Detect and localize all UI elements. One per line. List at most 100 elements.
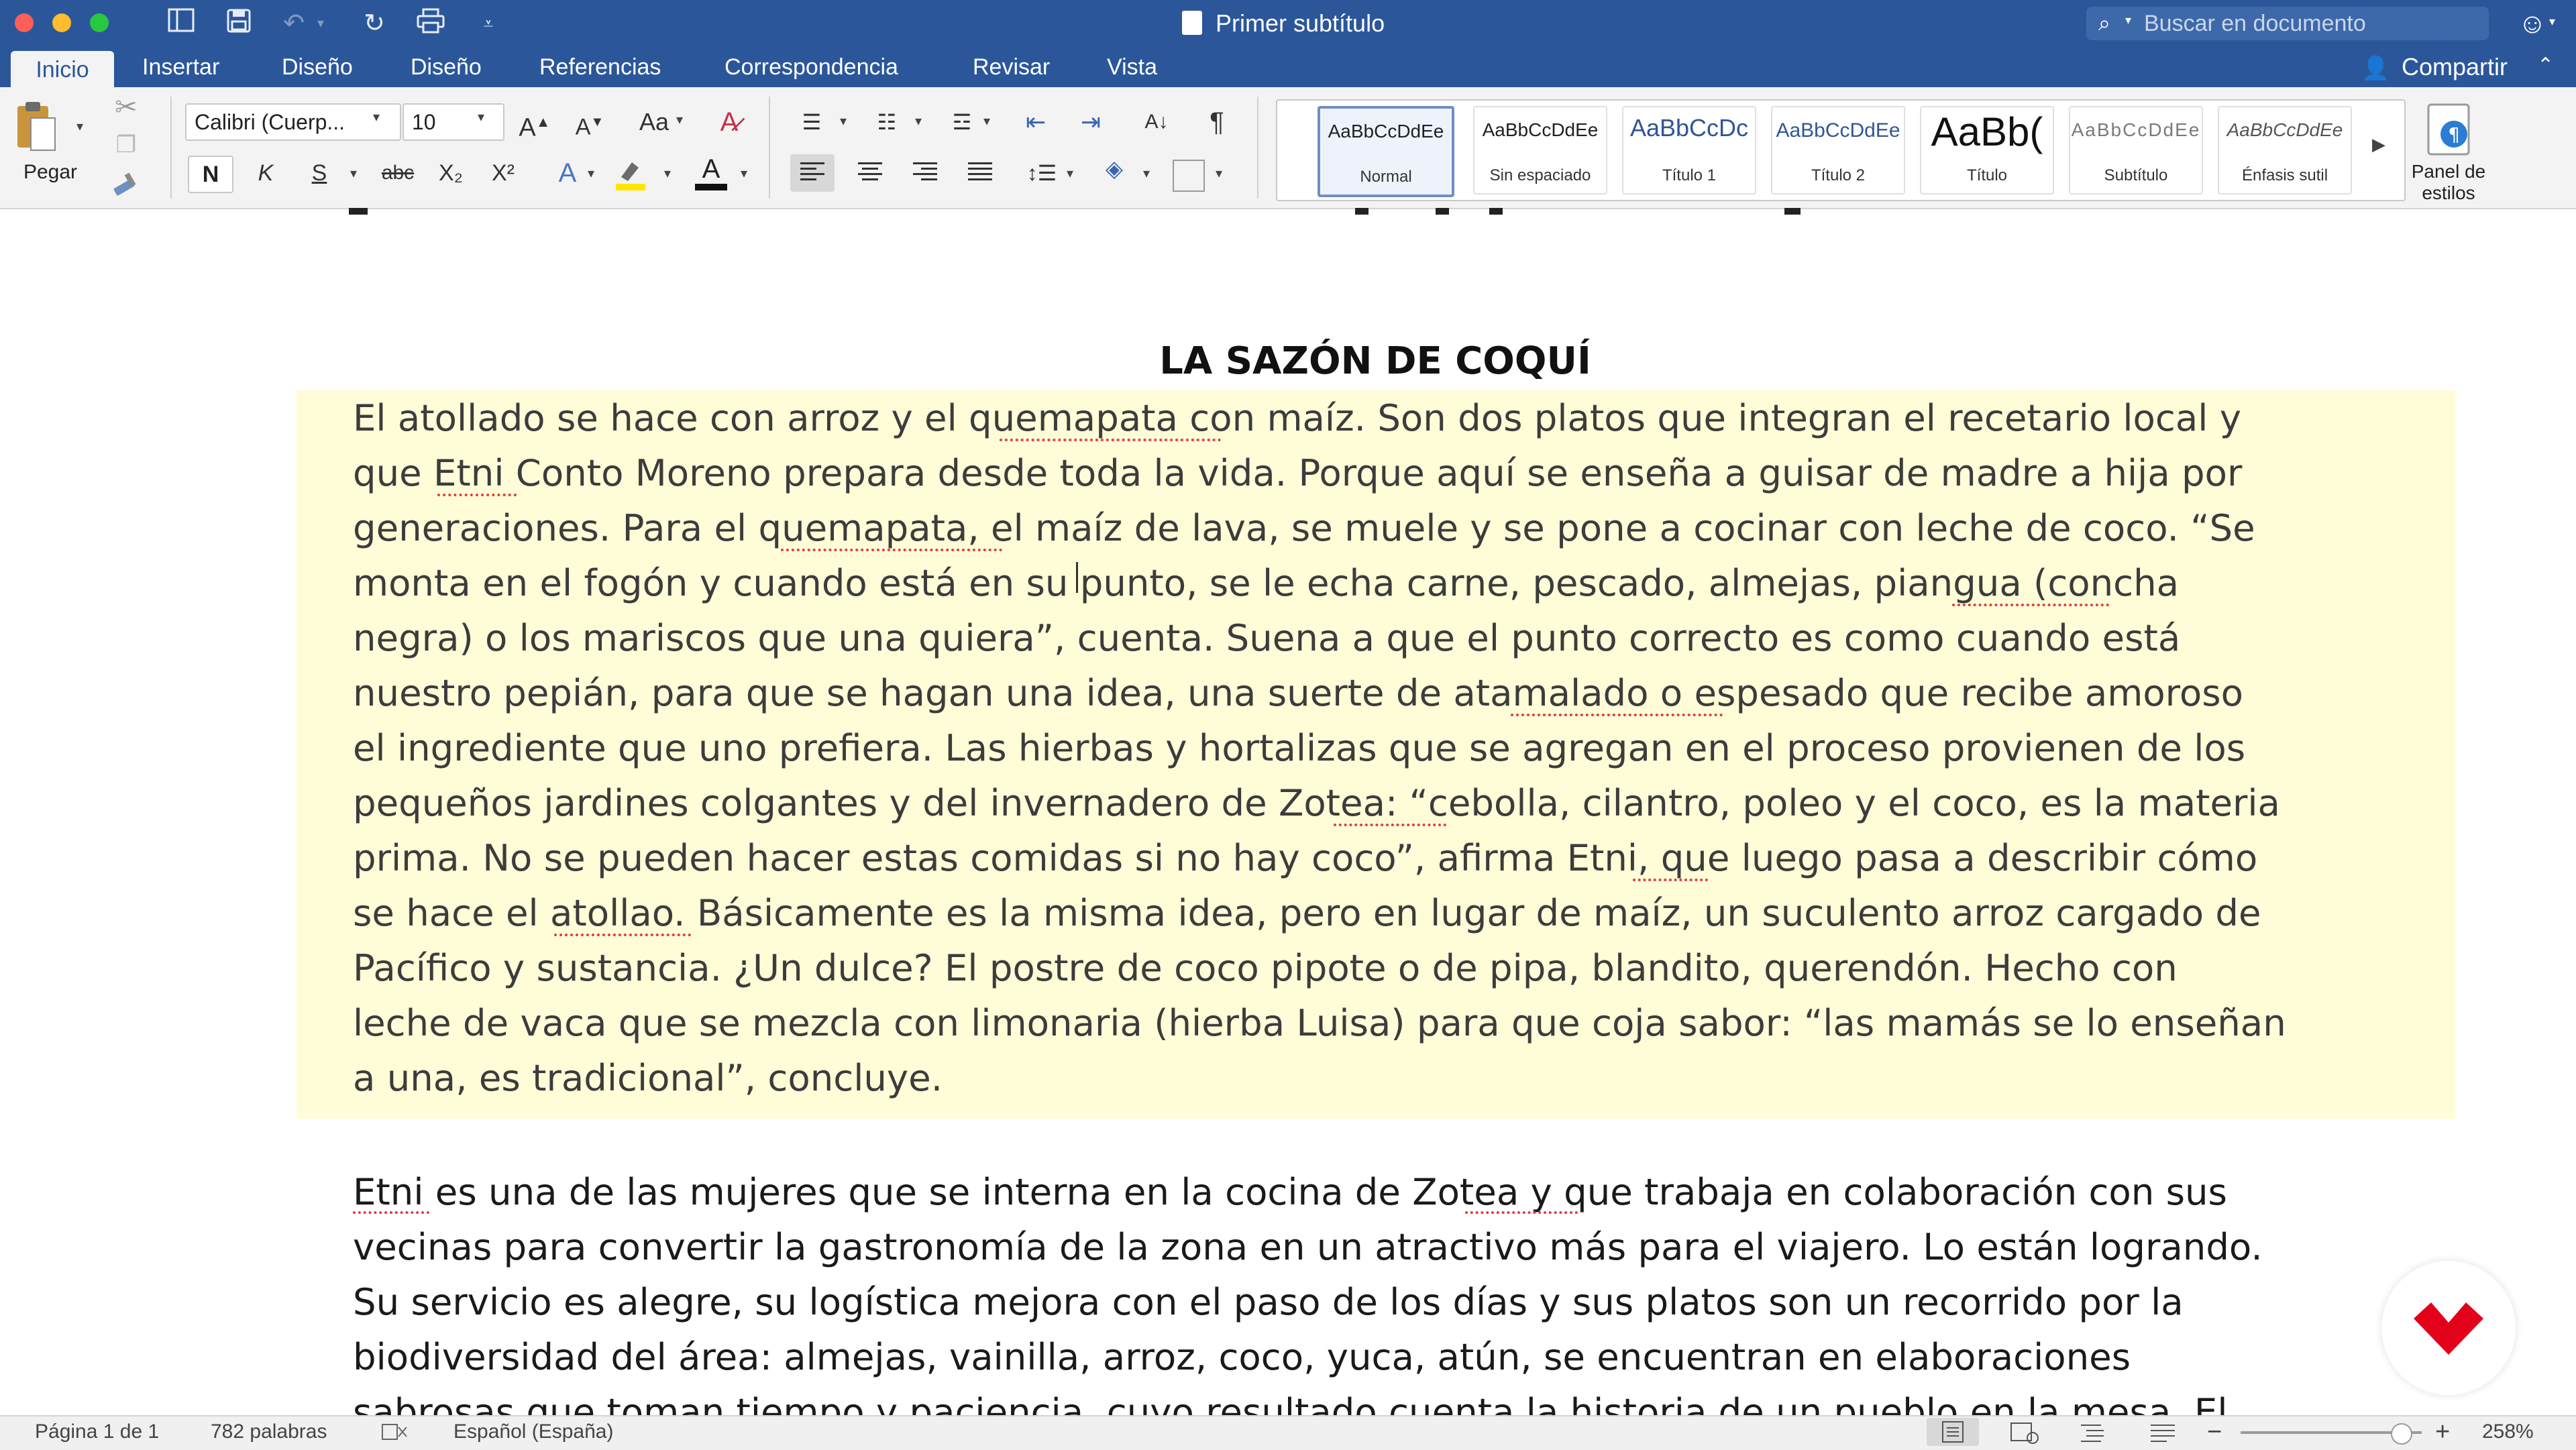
- style-sin-espaciado[interactable]: AaBbCcDdEe Sin espaciado: [1473, 106, 1607, 194]
- search-dropdown-icon[interactable]: ▾: [2125, 13, 2131, 27]
- zoom-in-button[interactable]: +: [2435, 1415, 2450, 1449]
- language-status[interactable]: Español (España): [453, 1415, 613, 1449]
- shrink-font-button[interactable]: A▼: [568, 102, 612, 142]
- numbering-dropdown-icon[interactable]: ▾: [915, 113, 922, 129]
- zoom-slider-thumb[interactable]: [2390, 1423, 2412, 1445]
- cutoff-text-fragment: [349, 208, 1825, 217]
- justify-button[interactable]: [958, 154, 1002, 192]
- style-titulo-2[interactable]: AaBbCcDdEe Título 2: [1771, 106, 1905, 194]
- align-left-button[interactable]: [790, 154, 835, 192]
- share-button[interactable]: Compartir: [2402, 47, 2508, 87]
- tab-inicio[interactable]: Inicio: [11, 51, 114, 89]
- copy-icon[interactable]: ❐: [111, 130, 141, 160]
- subscript-button[interactable]: X₂: [429, 153, 472, 193]
- save-icon[interactable]: [223, 8, 255, 39]
- zoom-level[interactable]: 258%: [2482, 1415, 2534, 1449]
- styles-pane-icon[interactable]: ¶: [2423, 101, 2474, 158]
- close-window-button[interactable]: [15, 13, 34, 32]
- tab-referencias[interactable]: Referencias: [539, 47, 661, 87]
- multilevel-dropdown-icon[interactable]: ▾: [983, 113, 990, 129]
- format-painter-icon[interactable]: [110, 169, 142, 199]
- style-name: Título 2: [1811, 166, 1866, 184]
- tab-revisar[interactable]: Revisar: [973, 47, 1050, 87]
- font-color-button[interactable]: A: [691, 154, 731, 192]
- bold-button[interactable]: N: [188, 156, 233, 193]
- clear-formatting-button[interactable]: A̷: [706, 102, 753, 142]
- style-subtitulo[interactable]: AaBbCcDdEe Subtítulo: [2069, 106, 2203, 194]
- undo-dropdown-icon[interactable]: ▾: [313, 8, 329, 39]
- draft-view-button[interactable]: [2144, 1420, 2182, 1445]
- tab-correspondencia[interactable]: Correspondencia: [724, 47, 898, 87]
- decrease-indent-button[interactable]: ⇤: [1016, 102, 1056, 142]
- customize-toolbar-icon[interactable]: ⩡: [472, 8, 504, 39]
- change-case-button[interactable]: Aa: [631, 102, 678, 142]
- strikethrough-button[interactable]: abc: [373, 153, 423, 193]
- spelling-error-underline: [437, 490, 517, 496]
- highlight-dropdown-icon[interactable]: ▾: [664, 165, 671, 182]
- word-count[interactable]: 782 palabras: [211, 1415, 327, 1449]
- proofing-icon[interactable]: [381, 1422, 411, 1442]
- align-right-button[interactable]: [903, 154, 947, 192]
- font-name-dropdown-icon[interactable]: ▾: [373, 109, 380, 125]
- style-enfasis-sutil[interactable]: AaBbCcDdEe Énfasis sutil: [2218, 106, 2352, 194]
- change-case-dropdown-icon[interactable]: ▾: [676, 111, 683, 128]
- numbering-button[interactable]: ☷: [867, 102, 907, 142]
- highlight-color-button[interactable]: [612, 157, 649, 192]
- paste-dropdown-icon[interactable]: ▾: [76, 118, 83, 135]
- style-titulo-1[interactable]: AaBbCcDc Título 1: [1622, 106, 1756, 194]
- undo-icon[interactable]: ↶: [278, 8, 310, 39]
- superscript-button[interactable]: X²: [482, 153, 525, 193]
- align-center-button[interactable]: [848, 154, 892, 192]
- redo-icon[interactable]: ↻: [358, 8, 390, 39]
- bullets-button[interactable]: ☰: [792, 102, 832, 142]
- print-icon[interactable]: [415, 8, 447, 39]
- shading-dropdown-icon[interactable]: ▾: [1143, 165, 1150, 182]
- zoom-window-button[interactable]: [90, 13, 109, 32]
- cutoff-line-container: sabrosas que toman tiempo y paciencia, c…: [0, 1384, 2576, 1415]
- zoom-out-button[interactable]: −: [2207, 1415, 2222, 1449]
- increase-indent-button[interactable]: ⇥: [1071, 102, 1111, 142]
- page-count[interactable]: Página 1 de 1: [35, 1415, 159, 1449]
- grow-font-button[interactable]: A▲: [513, 102, 557, 142]
- borders-dropdown-icon[interactable]: ▾: [1216, 165, 1222, 182]
- line-spacing-button[interactable]: ↕☰: [1020, 154, 1064, 192]
- styles-more-arrow-icon[interactable]: ▶: [2372, 134, 2385, 155]
- multilevel-list-button[interactable]: ☲: [942, 102, 982, 142]
- font-size-field[interactable]: 10: [402, 103, 504, 141]
- collapse-ribbon-icon[interactable]: ⌃: [2537, 54, 2554, 77]
- shading-button[interactable]: ◈: [1092, 150, 1136, 188]
- paragraph-line: Pacífico y sustancia. ¿Un dulce? El post…: [353, 946, 2178, 989]
- style-name: Sin espaciado: [1489, 166, 1591, 184]
- outline-view-button[interactable]: [2074, 1420, 2112, 1445]
- italic-button[interactable]: K: [244, 153, 287, 193]
- style-normal[interactable]: AaBbCcDdEe Normal: [1318, 106, 1454, 197]
- tab-vista[interactable]: Vista: [1107, 47, 1157, 87]
- minimize-window-button[interactable]: [52, 13, 71, 32]
- font-size-dropdown-icon[interactable]: ▾: [478, 109, 484, 125]
- feedback-smiley-icon[interactable]: ☺: [2517, 8, 2548, 39]
- text-effects-dropdown-icon[interactable]: ▾: [588, 165, 594, 182]
- line-spacing-dropdown-icon[interactable]: ▾: [1067, 165, 1073, 182]
- floating-logo[interactable]: [2381, 1261, 2516, 1395]
- underline-button[interactable]: S: [298, 153, 341, 193]
- show-formatting-marks-button[interactable]: ¶: [1197, 102, 1237, 142]
- sidebar-toggle-icon[interactable]: [165, 8, 197, 39]
- style-name: Énfasis sutil: [2241, 166, 2328, 184]
- styles-pane-button[interactable]: Panel de estilos: [2388, 161, 2509, 204]
- web-layout-view-button[interactable]: [2004, 1420, 2045, 1445]
- tab-diseno[interactable]: Diseño: [282, 47, 353, 87]
- text-effects-button[interactable]: A: [546, 153, 589, 193]
- sort-button[interactable]: A↓: [1136, 102, 1177, 142]
- underline-dropdown-icon[interactable]: ▾: [350, 165, 357, 182]
- borders-button[interactable]: [1173, 160, 1205, 192]
- feedback-dropdown-icon[interactable]: ▾: [2549, 15, 2555, 29]
- bullets-dropdown-icon[interactable]: ▾: [840, 113, 847, 129]
- font-name-field[interactable]: Calibri (Cuerp...: [185, 103, 401, 141]
- style-titulo[interactable]: AaBb( Título: [1920, 106, 2054, 194]
- print-layout-view-button[interactable]: [1927, 1418, 1979, 1446]
- paste-icon[interactable]: [15, 99, 58, 153]
- tab-diseno-pagina[interactable]: Diseño: [411, 47, 482, 87]
- font-color-dropdown-icon[interactable]: ▾: [741, 165, 747, 182]
- cut-icon[interactable]: ✂: [111, 93, 141, 122]
- tab-insertar[interactable]: Insertar: [142, 47, 219, 87]
